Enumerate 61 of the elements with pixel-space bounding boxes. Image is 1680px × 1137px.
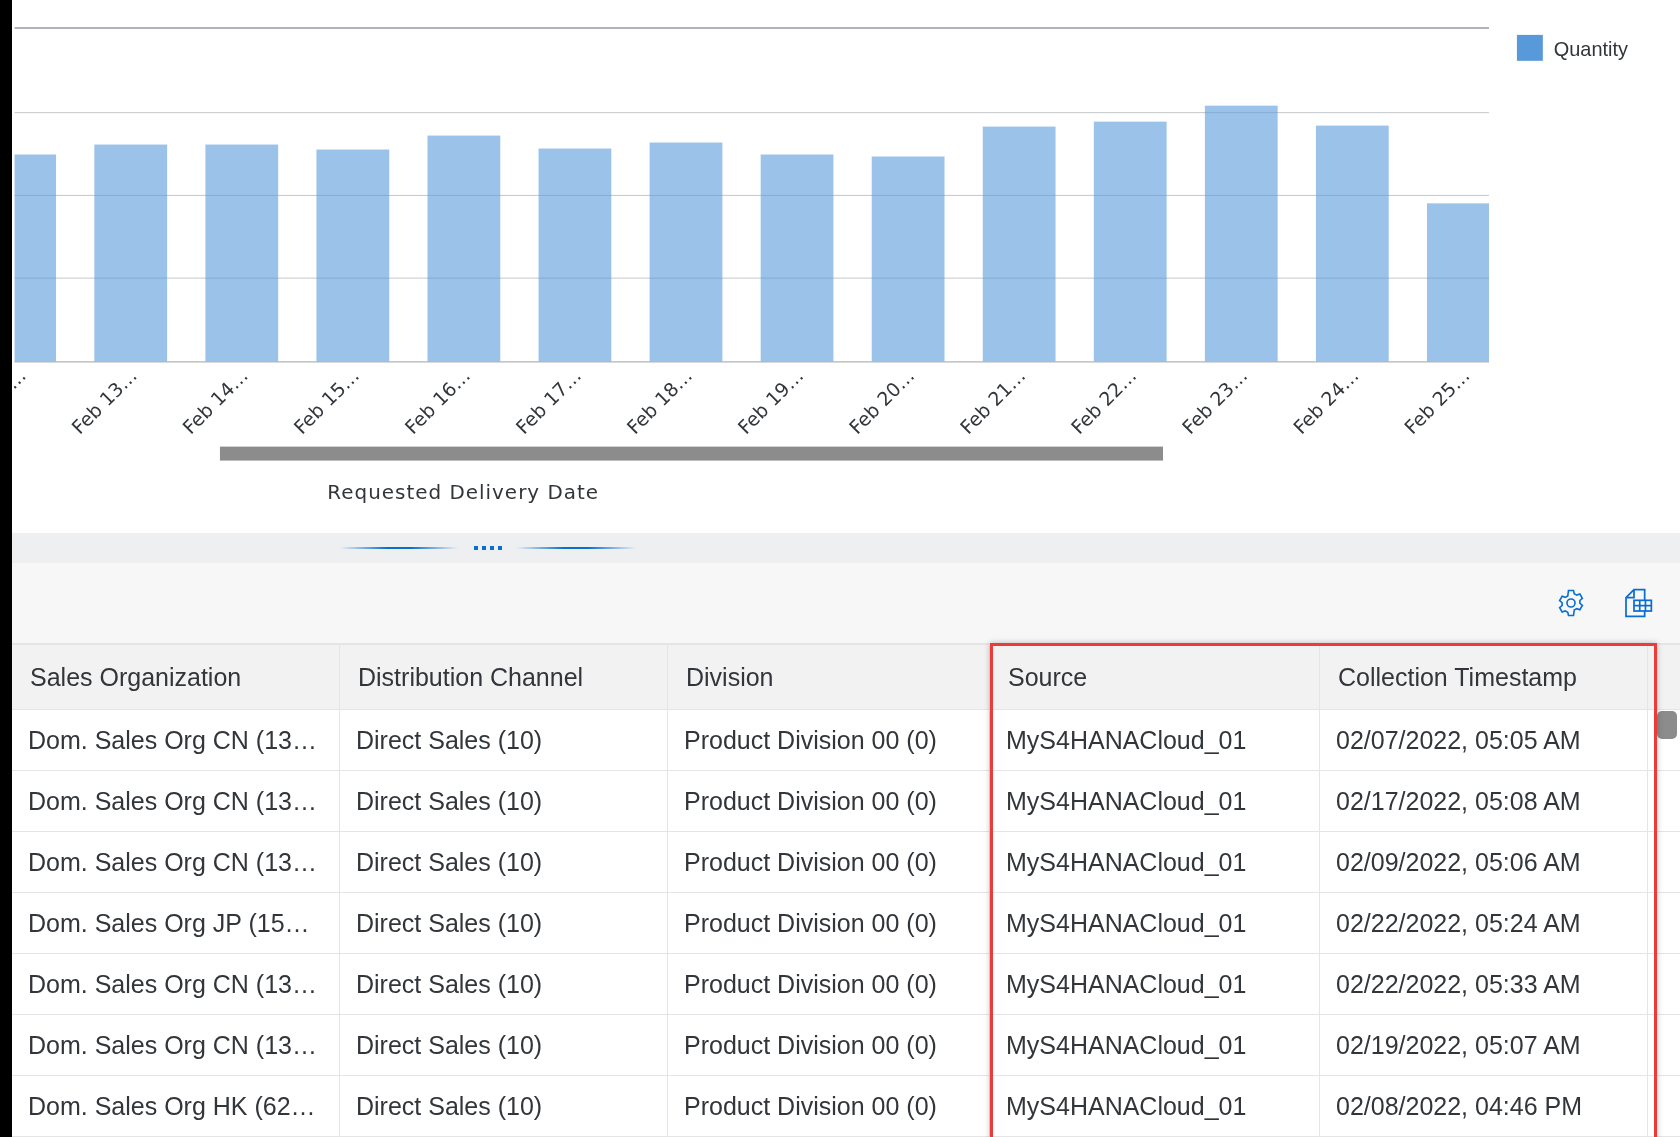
column-header[interactable]: Distribution Channel	[340, 645, 668, 709]
table-cell: MyS4HANACloud_01	[990, 1076, 1320, 1136]
table-cell: Product Division 00 (0)	[668, 954, 990, 1014]
table-cell: 02/22/2022, 05:24 AM	[1320, 893, 1648, 953]
table-cell: Direct Sales (10)	[340, 1076, 668, 1136]
axis-label: …	[12, 364, 30, 394]
table-cell: Direct Sales (10)	[340, 954, 668, 1014]
table-cell: 02/07/2022, 05:05 AM	[1320, 710, 1648, 770]
table-cell: Dom. Sales Org CN (13…	[12, 710, 340, 770]
table-cell: Dom. Sales Org HK (62…	[12, 1076, 340, 1136]
table-cell: Product Division 00 (0)	[668, 893, 990, 953]
table-cell: Direct Sales (10)	[340, 710, 668, 770]
table-cell: Dom. Sales Org CN (13…	[12, 954, 340, 1014]
table-cell: 02/22/2022, 05:33 AM	[1320, 954, 1648, 1014]
table-cell: 02/09/2022, 05:06 AM	[1320, 832, 1648, 892]
axis-title: Requested Delivery Date	[327, 481, 600, 505]
axis-label: Feb 22…	[1066, 364, 1141, 439]
table-cell: Direct Sales (10)	[340, 1015, 668, 1075]
axis-label: Feb 17…	[511, 364, 586, 439]
axis-label: Feb 23…	[1177, 364, 1252, 439]
axis-label: Feb 16…	[400, 364, 475, 439]
table-cell: MyS4HANACloud_01	[990, 1015, 1320, 1075]
table-cell: MyS4HANACloud_01	[990, 771, 1320, 831]
table-cell: Product Division 00 (0)	[668, 1076, 990, 1136]
column-header[interactable]: Source	[990, 645, 1320, 709]
table-cell: Direct Sales (10)	[340, 771, 668, 831]
scrollbar-thumb[interactable]	[219, 446, 1163, 461]
column-header[interactable]: Sales Organization	[12, 645, 340, 709]
table-cell: MyS4HANACloud_01	[990, 710, 1320, 770]
axis-label: Feb 20…	[844, 364, 919, 439]
axis-label: Feb 21…	[955, 364, 1030, 439]
table-cell: Direct Sales (10)	[340, 832, 668, 892]
table-cell: Product Division 00 (0)	[668, 1015, 990, 1075]
table-cell: Dom. Sales Org CN (13…	[12, 771, 340, 831]
settings-icon	[1556, 588, 1586, 619]
table-cell: Product Division 00 (0)	[668, 771, 990, 831]
axis-label: Feb 13…	[67, 364, 142, 439]
table-cell: 02/17/2022, 05:08 AM	[1320, 771, 1648, 831]
table-cell: 02/19/2022, 05:07 AM	[1320, 1015, 1648, 1075]
axis-label: Feb 18…	[622, 364, 697, 439]
axis-label: Feb 24…	[1288, 364, 1363, 439]
column-header[interactable]: Collection Timestamp	[1320, 645, 1648, 709]
table-cell: Product Division 00 (0)	[668, 832, 990, 892]
table-cell: MyS4HANACloud_01	[990, 893, 1320, 953]
table-cell: Direct Sales (10)	[340, 893, 668, 953]
column-header[interactable]: Division	[668, 645, 990, 709]
table-cell: Dom. Sales Org JP (15…	[12, 893, 340, 953]
table-cell: MyS4HANACloud_01	[990, 954, 1320, 1014]
table-cell: Product Division 00 (0)	[668, 710, 990, 770]
table-cell: Dom. Sales Org CN (13…	[12, 1015, 340, 1075]
table-cell: MyS4HANACloud_01	[990, 832, 1320, 892]
table-cell: 02/08/2022, 04:46 PM	[1320, 1076, 1648, 1136]
axis-label: Feb 25…	[1399, 364, 1474, 439]
table-cell: Dom. Sales Org CN (13…	[12, 832, 340, 892]
axis-label: Feb 15…	[289, 364, 364, 439]
scrollbar-thumb[interactable]	[1657, 711, 1677, 739]
axis-label: Feb 14…	[178, 364, 253, 439]
legend-swatch	[1516, 34, 1543, 61]
legend-label: Quantity	[1553, 37, 1628, 60]
spreadsheet-icon	[1622, 587, 1654, 620]
axis-label: Feb 19…	[733, 364, 808, 439]
